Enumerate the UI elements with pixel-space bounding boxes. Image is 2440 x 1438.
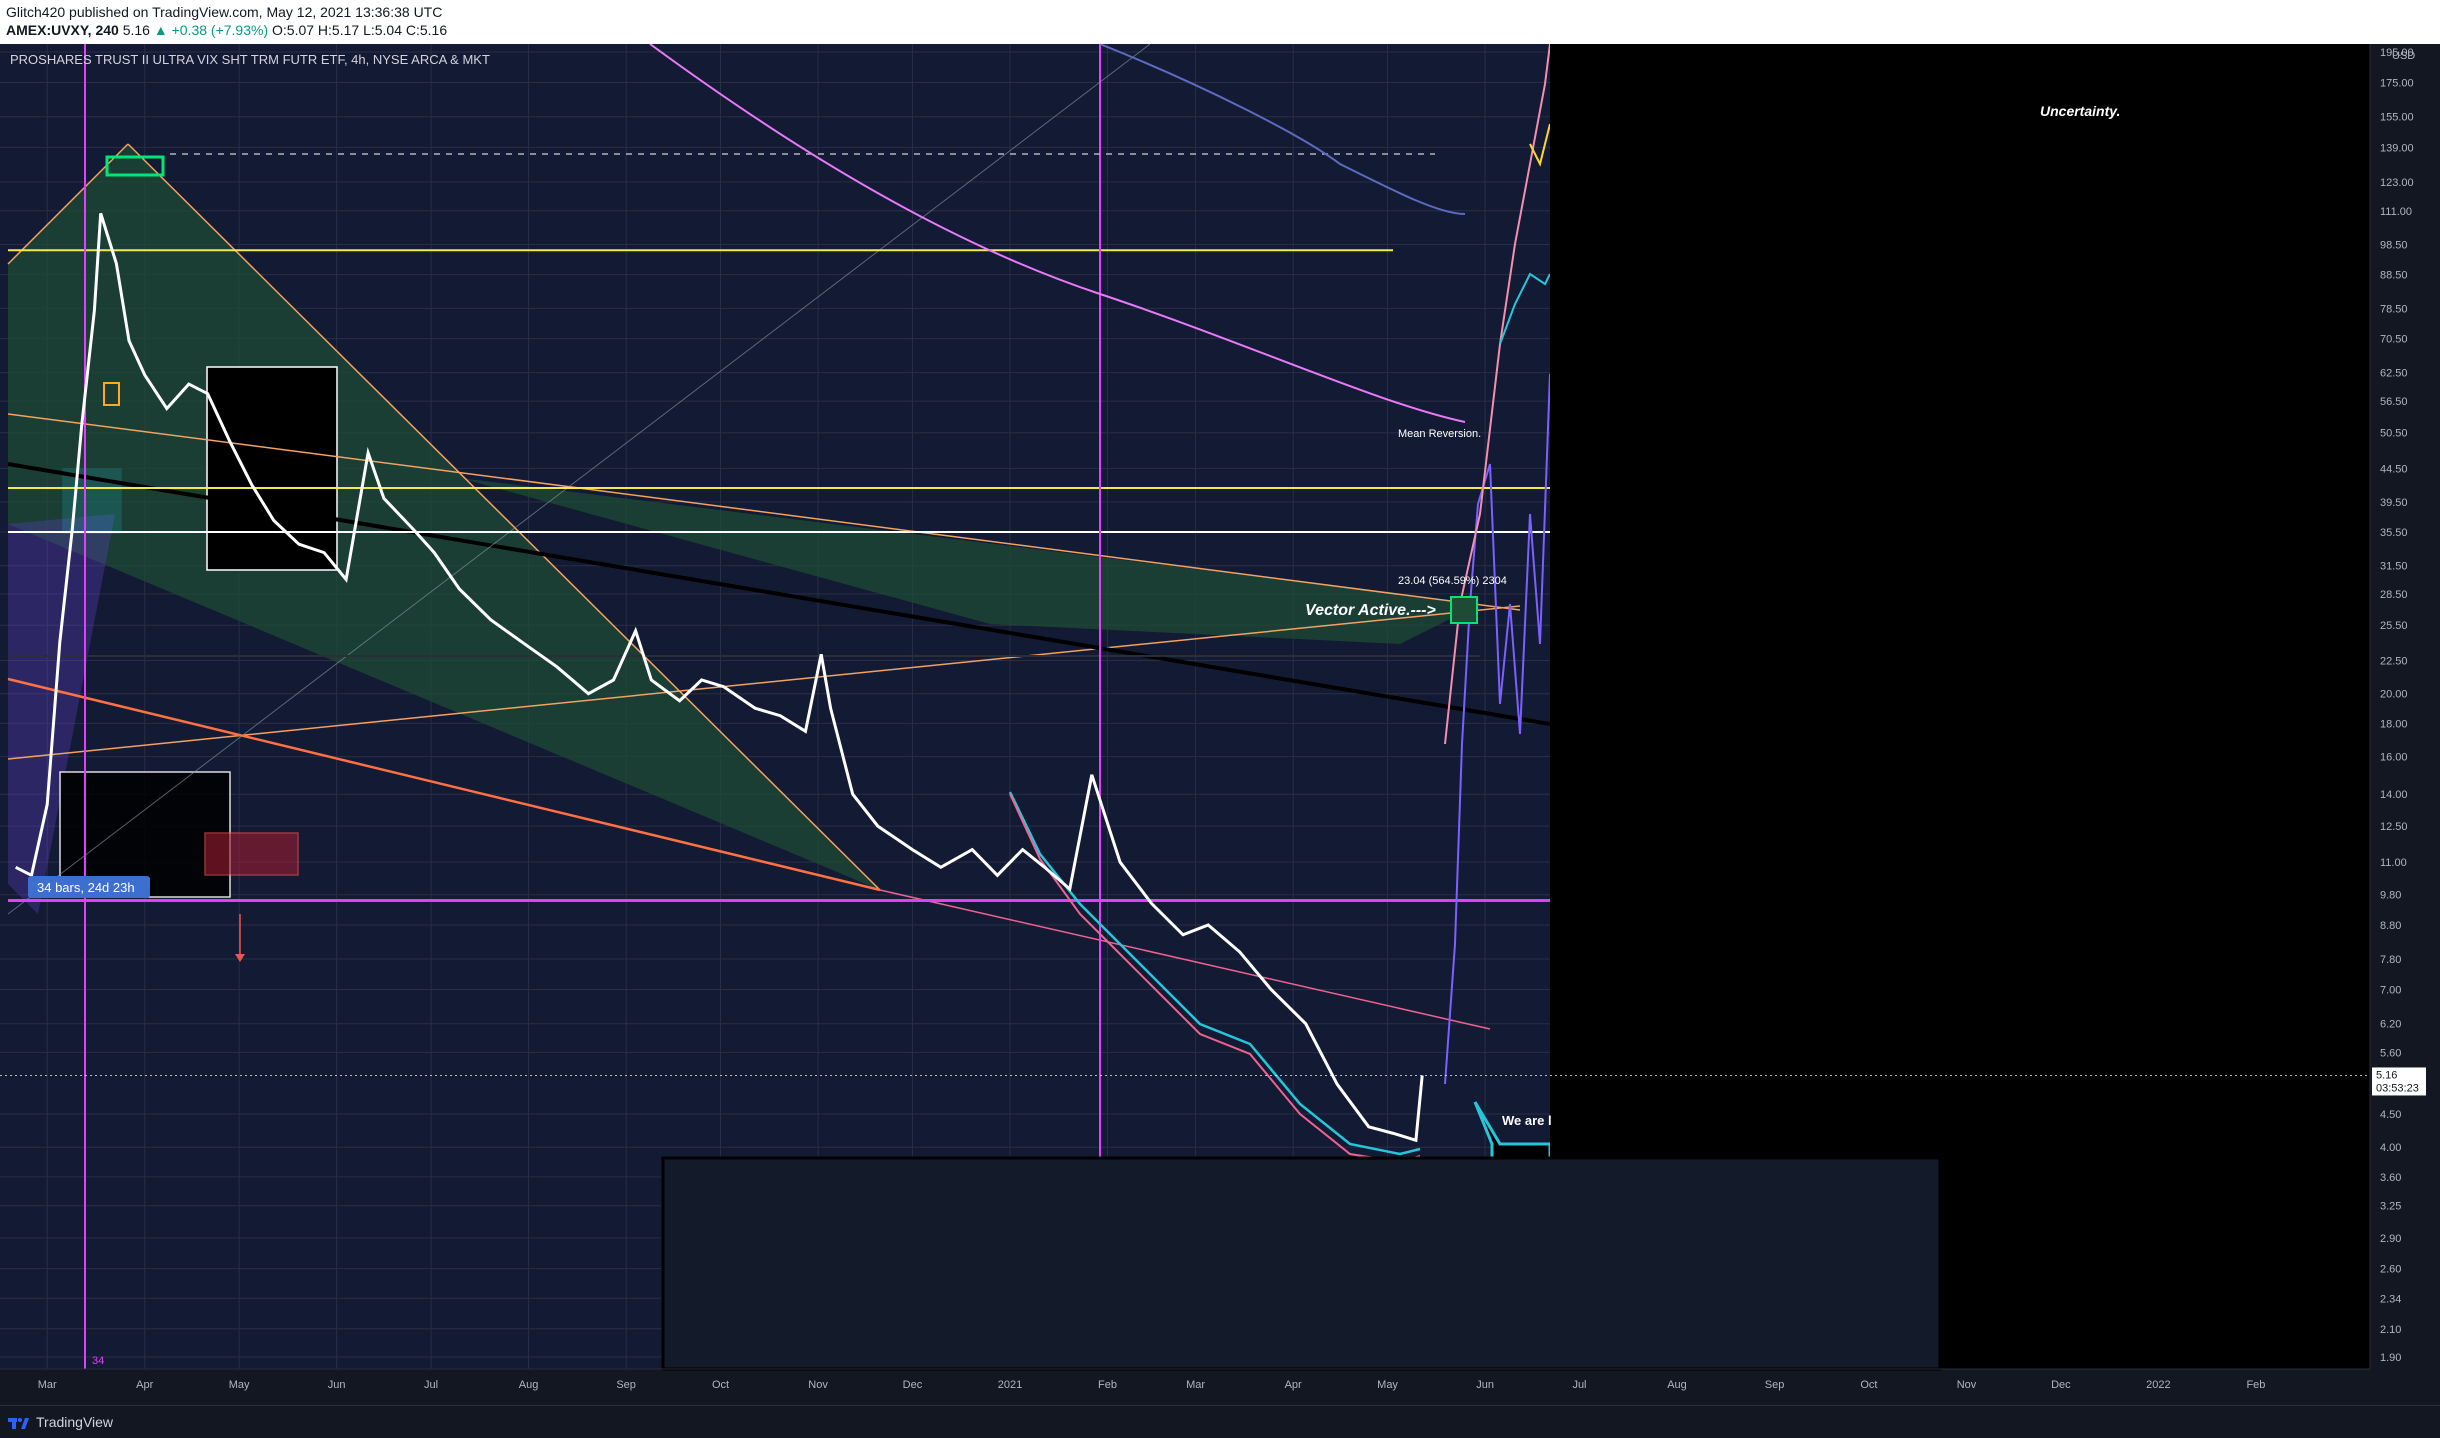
overlay-panel [661,1156,1942,1371]
time-tick-label: Aug [1667,1379,1687,1391]
time-tick-label: Jun [1476,1379,1494,1391]
vector-active-marker [1450,596,1478,624]
price-tick-label: 14.00 [2380,789,2408,801]
current-price-value: 5.16 [2376,1069,2397,1081]
tradingview-logo-icon [8,1418,29,1429]
price-tick-label: 18.00 [2380,718,2408,730]
current-price-tag: 5.16 03:53:23 [2372,1067,2426,1096]
callout-text: We are l [1502,1113,1552,1128]
price-tick-label: 2.34 [2380,1293,2401,1305]
price-tick-label: 16.00 [2380,752,2408,764]
time-tick-label: May [229,1379,250,1391]
price-tick-label: 2.10 [2380,1324,2401,1336]
bars-range-label: 34 bars, 24d 23h [37,880,135,895]
highlight-box-apr [206,366,338,571]
price-tick-label: 22.50 [2380,656,2408,668]
price-tick-label: 88.50 [2380,270,2408,282]
time-tick-label: Sep [1765,1379,1785,1391]
time-tick-label: Mar [1186,1379,1205,1391]
time-tick-label: Oct [1860,1379,1877,1391]
time-tick-label: Nov [1957,1379,1977,1391]
price-tick-label: 8.80 [2380,920,2401,932]
symbol-line: AMEX:UVXY, 240 5.16 ▲ +0.38 (+7.93%) O:5… [6,22,447,38]
price-tick-label: 39.50 [2380,497,2408,509]
price-tick-label: 139.00 [2380,142,2414,154]
price-tick-label: 4.50 [2380,1109,2401,1121]
price-tick-label: 98.50 [2380,239,2408,251]
price-tick-label: 7.00 [2380,985,2401,997]
price-tick-label: 5.60 [2380,1047,2401,1059]
price-tick-label: 62.50 [2380,368,2408,380]
time-tick-label: Feb [1098,1379,1117,1391]
price-tick-label: 20.00 [2380,689,2408,701]
price-tick-label: 11.00 [2380,857,2407,869]
time-tick-label: Dec [903,1379,923,1391]
price-tick-label: 12.50 [2380,821,2408,833]
time-tick-label: Nov [808,1379,828,1391]
price-tick-label: 1.90 [2380,1352,2401,1364]
price-tick-label: 25.50 [2380,620,2408,632]
price-tick-label: 175.00 [2380,77,2414,89]
price-tick-label: 56.50 [2380,396,2408,408]
price-tick-label: 9.80 [2380,890,2401,902]
price-tick-label: 195.00 [2380,47,2414,59]
time-tick-label: Apr [136,1379,153,1391]
time-tick-label: Jul [424,1379,438,1391]
time-tick-label: Mar [38,1379,57,1391]
price-change: ▲ +0.38 (+7.93%) [153,22,269,38]
price-tick-label: 2.90 [2380,1233,2401,1245]
price-tick-label: 123.00 [2380,177,2414,189]
price-tick-label: 50.50 [2380,428,2408,440]
price-tick-label: 35.50 [2380,527,2408,539]
time-tick-label: Jun [328,1379,346,1391]
price-tick-label: 44.50 [2380,463,2408,475]
publish-line: Glitch420 published on TradingView.com, … [6,4,443,20]
time-tick-label: Jul [1572,1379,1586,1391]
time-tick-label: Sep [616,1379,636,1391]
uncertainty-label: Uncertainty. [2040,103,2120,119]
measure-label: 23.04 (564.59%) 2304 [1398,575,1507,587]
ohlc-values: O:5.07 H:5.17 L:5.04 C:5.16 [272,22,448,38]
price-tick-label: 70.50 [2380,334,2408,346]
price-tick-label: 78.50 [2380,303,2408,315]
price-tick-label: 111.00 [2380,206,2412,218]
price-tick-label: 7.80 [2380,954,2401,966]
red-box [204,832,299,876]
price-tick-label: 155.00 [2380,112,2414,124]
publish-header: Glitch420 published on TradingView.com, … [0,0,2440,44]
time-tick-label: Aug [519,1379,539,1391]
bar-count-label: 34 [92,1355,104,1367]
vector-active-label: Vector Active.---> [1305,602,1436,619]
last-price: 5.16 [122,22,150,38]
brand-name[interactable]: TradingView [36,1414,113,1430]
mean-reversion-label: Mean Reversion. [1398,428,1481,440]
time-tick-label: Oct [712,1379,729,1391]
time-tick-label: Feb [2246,1379,2265,1391]
price-tick-label: 3.60 [2380,1172,2401,1184]
footer: TradingView [0,1405,2440,1438]
price-tick-label: 28.50 [2380,589,2408,601]
time-tick-label: 2022 [2146,1379,2170,1391]
chart-title: PROSHARES TRUST II ULTRA VIX SHT TRM FUT… [10,52,490,67]
price-tick-label: 31.50 [2380,561,2408,573]
time-tick-label: 2021 [998,1379,1022,1391]
price-tick-label: 3.25 [2380,1201,2401,1213]
symbol[interactable]: AMEX:UVXY, 240 [6,22,119,38]
price-tick-label: 4.00 [2380,1142,2401,1154]
price-tick-label: 6.20 [2380,1019,2401,1031]
time-tick-label: Dec [2051,1379,2071,1391]
price-tick-label: 2.60 [2380,1264,2401,1276]
time-tick-label: May [1377,1379,1398,1391]
time-tick-label: Apr [1285,1379,1302,1391]
countdown-value: 03:53:23 [2376,1082,2419,1094]
price-chart[interactable]: PROSHARES TRUST II ULTRA VIX SHT TRM FUT… [0,44,2440,1405]
